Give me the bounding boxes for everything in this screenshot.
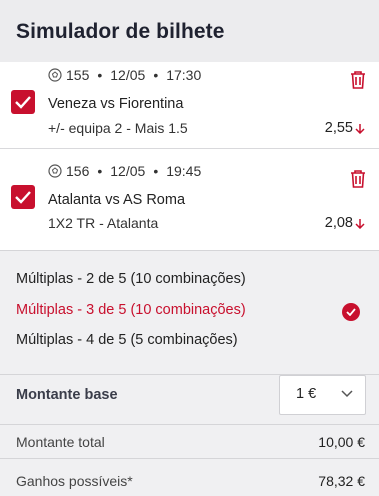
trash-icon[interactable] [349, 169, 367, 189]
match-name: Atalanta vs AS Roma [48, 192, 186, 208]
match-name: Veneza vs Fiorentina [48, 96, 184, 112]
event-date: 12/05 [110, 67, 146, 83]
bet-checkbox[interactable] [11, 185, 35, 209]
combination-option[interactable]: Múltiplas - 4 de 5 (5 combinações) [16, 332, 238, 348]
event-date: 12/05 [110, 163, 146, 179]
meta-separator: • [97, 67, 103, 83]
odds-value: 2,55 [324, 120, 353, 136]
bet-item: 155 • 12/05 • 17:30 Veneza vs Fiorentina… [0, 62, 379, 148]
market-name: 1X2 TR - Atalanta [48, 215, 159, 231]
amount-label: Montante base [16, 387, 118, 403]
arrow-down-icon [355, 218, 365, 229]
selected-check-icon [342, 303, 360, 321]
arrow-down-icon [355, 123, 365, 134]
event-id: 156 [66, 163, 90, 179]
combination-option[interactable]: Múltiplas - 2 de 5 (10 combinações) [16, 271, 246, 287]
winnings-row: Ganhos possíveis* 78,32 € [0, 458, 379, 496]
odds: 2,08 [325, 215, 365, 231]
market-name: +/- equipa 2 - Mais 1.5 [48, 120, 188, 136]
trash-icon[interactable] [349, 70, 367, 90]
total-row: Montante total 10,00 € [0, 424, 379, 458]
meta-separator: • [153, 67, 159, 83]
header: Simulador de bilhete [0, 0, 379, 62]
total-label: Montante total [16, 434, 105, 450]
combination-list: Múltiplas - 2 de 5 (10 combinações) Múlt… [0, 250, 379, 374]
event-time: 17:30 [166, 67, 202, 83]
soccer-ball-icon [48, 164, 62, 178]
page-title: Simulador de bilhete [16, 20, 225, 43]
meta-separator: • [97, 163, 103, 179]
event-id: 155 [66, 67, 90, 83]
bet-meta: 155 • 12/05 • 17:30 [48, 67, 201, 83]
amount-select[interactable]: 1 € [279, 375, 366, 415]
chevron-down-icon [341, 390, 353, 398]
bet-checkbox[interactable] [11, 90, 35, 114]
meta-separator: • [153, 163, 159, 179]
soccer-ball-icon [48, 68, 62, 82]
total-value: 10,00 € [318, 434, 365, 450]
check-icon [15, 191, 31, 204]
winnings-value: 78,32 € [318, 473, 365, 489]
odds: 2,55 [325, 120, 365, 136]
bet-list: 155 • 12/05 • 17:30 Veneza vs Fiorentina… [0, 62, 379, 250]
odds-value: 2,08 [324, 215, 353, 231]
winnings-label: Ganhos possíveis* [16, 473, 133, 489]
check-icon [15, 96, 31, 109]
combination-option-selected[interactable]: Múltiplas - 3 de 5 (10 combinações) [16, 302, 246, 318]
amount-value: 1 € [296, 386, 317, 402]
event-time: 19:45 [166, 163, 202, 179]
bet-item: 156 • 12/05 • 19:45 Atalanta vs AS Roma … [0, 149, 379, 250]
check-icon [346, 308, 356, 316]
bet-meta: 156 • 12/05 • 19:45 [48, 163, 201, 179]
